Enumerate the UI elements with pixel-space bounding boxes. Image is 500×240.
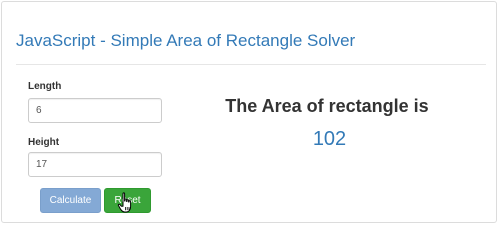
divider <box>16 64 486 65</box>
main-panel: JavaScript - Simple Area of Rectangle So… <box>1 1 497 223</box>
calculate-button[interactable]: Calculate <box>40 188 101 213</box>
length-label: Length <box>28 81 62 92</box>
height-label: Height <box>28 137 60 148</box>
result-heading: The Area of rectangle is <box>225 96 429 116</box>
length-input[interactable] <box>28 98 162 123</box>
page-title: JavaScript - Simple Area of Rectangle So… <box>16 31 356 50</box>
height-input[interactable] <box>28 152 162 177</box>
result-value: 102 <box>312 128 347 150</box>
hand-pointer-icon <box>117 192 132 213</box>
